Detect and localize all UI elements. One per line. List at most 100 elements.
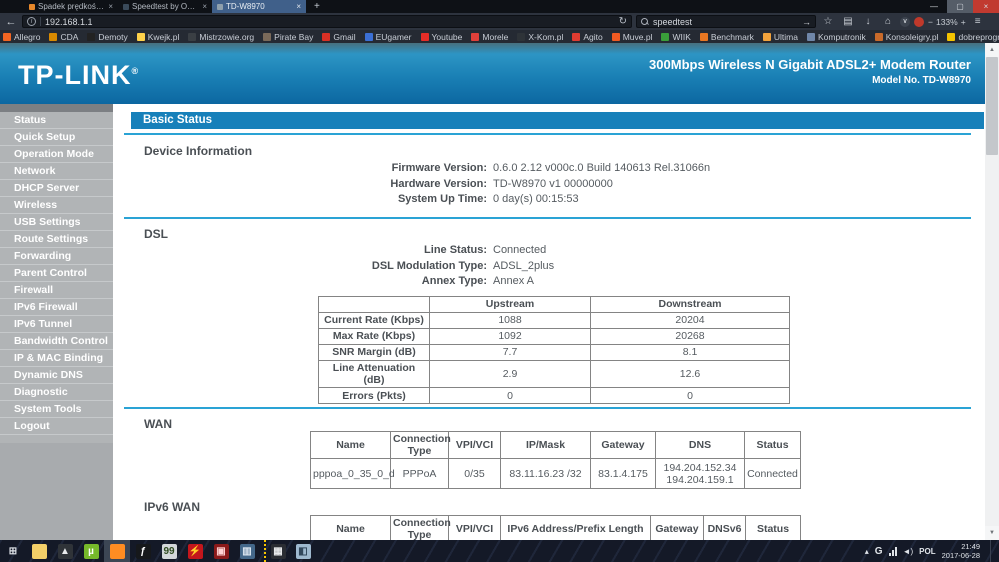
back-icon[interactable]: ←	[4, 16, 18, 28]
bookmark-item[interactable]: Ultima	[763, 32, 798, 42]
wan-dns: 194.204.152.34 194.204.159.1	[656, 459, 745, 489]
page-scrollbar[interactable]: ▲ ▼	[985, 43, 999, 540]
tab-title: Speedtest by Ookla - The G	[132, 2, 199, 11]
address-bar[interactable]: i 192.168.1.1 ↻	[22, 15, 632, 28]
sidebar-item[interactable]: Forwarding	[0, 248, 113, 265]
browser-tab[interactable]: Spadek prędkości po przeci ×	[24, 0, 118, 13]
sidebar-item[interactable]: Status	[0, 112, 113, 129]
sidebar-item[interactable]: Network	[0, 163, 113, 180]
wan-vpi-vci: 0/35	[449, 459, 501, 489]
sidebar-item[interactable]: Bandwidth Control	[0, 333, 113, 350]
sidebar-item[interactable]: Diagnostic	[0, 384, 113, 401]
logitech-g-icon[interactable]: G	[875, 546, 883, 557]
sidebar-item[interactable]: Firewall	[0, 282, 113, 299]
utorrent-icon[interactable]: µ	[78, 540, 104, 562]
sidebar-item[interactable]: DHCP Server	[0, 180, 113, 197]
search-go-icon[interactable]: →	[802, 17, 811, 27]
pocket-icon[interactable]: ∨	[900, 17, 910, 27]
sidebar-item[interactable]: USB Settings	[0, 214, 113, 231]
start-button[interactable]: ⊞	[0, 540, 26, 562]
window-minimize-button[interactable]: —	[921, 0, 947, 13]
home-icon[interactable]: ⌂	[880, 16, 896, 27]
bookmark-item[interactable]: Mistrzowie.org	[188, 32, 254, 42]
lightning-app-icon[interactable]: ⚡	[182, 540, 208, 562]
bookmark-item[interactable]: Komputronik	[807, 32, 866, 42]
bookmark-favicon-icon	[947, 33, 955, 41]
search-input[interactable]: speedtest →	[636, 15, 816, 28]
site-info-icon[interactable]: i	[27, 17, 36, 26]
bookmark-item[interactable]: Kwejk.pl	[137, 32, 180, 42]
file-explorer-icon[interactable]	[26, 540, 52, 562]
volume-icon[interactable]: ◄)	[903, 547, 914, 556]
bookmark-label: Konsoleigry.pl	[886, 32, 939, 42]
sidebar-item[interactable]: IP & MAC Binding	[0, 350, 113, 367]
sidebar-item[interactable]: Wireless	[0, 197, 113, 214]
downloads-icon[interactable]: ↓	[860, 16, 876, 27]
scroll-up-arrow-icon[interactable]: ▲	[985, 43, 999, 57]
tab-close-icon[interactable]: ×	[108, 2, 113, 11]
menu-hamburger-icon[interactable]: ≡	[970, 16, 986, 27]
remote-desktop-icon[interactable]: ▥	[234, 540, 260, 562]
bookmark-item[interactable]: dobreprogramy	[947, 32, 999, 42]
reload-icon[interactable]: ↻	[619, 16, 627, 27]
firefox-icon[interactable]	[104, 540, 130, 562]
library-icon[interactable]: ▤	[840, 16, 856, 27]
url-text[interactable]: 192.168.1.1	[45, 17, 93, 27]
scrollbar-thumb[interactable]	[986, 57, 998, 155]
sidebar-item[interactable]: IPv6 Firewall	[0, 299, 113, 316]
tray-expand-icon[interactable]: ▴	[865, 547, 869, 556]
tab-close-icon[interactable]: ×	[296, 2, 301, 11]
bookmark-item[interactable]: Konsoleigry.pl	[875, 32, 939, 42]
window-close-button[interactable]: ×	[973, 0, 999, 13]
bookmark-item[interactable]: Morele	[471, 32, 508, 42]
bookmark-item[interactable]: Pirate Bay	[263, 32, 313, 42]
sidebar-item[interactable]: Logout	[0, 418, 113, 435]
browser-tab[interactable]: TD-W8970 ×	[212, 0, 306, 13]
corsair-icon[interactable]: ▲	[52, 540, 78, 562]
bookmark-item[interactable]: Gmail	[322, 32, 355, 42]
scroll-down-arrow-icon[interactable]: ▼	[985, 526, 999, 540]
sidebar-item[interactable]: System Tools	[0, 401, 113, 418]
tab-favicon-icon	[217, 4, 223, 10]
bookmark-item[interactable]: WIIK	[661, 32, 690, 42]
ipv6-wan-header-cell: Connection Type	[391, 516, 449, 541]
new-tab-button[interactable]: +	[306, 0, 328, 13]
bookmark-star-icon[interactable]: ☆	[820, 16, 836, 27]
tab-title: TD-W8970	[226, 2, 293, 11]
window-maximize-button[interactable]: ▢	[947, 0, 973, 13]
browser-tab[interactable]: Speedtest by Ookla - The G ×	[118, 0, 212, 13]
sidebar-item[interactable]: Quick Setup	[0, 129, 113, 146]
bookmark-item[interactable]: X-Kom.pl	[517, 32, 563, 42]
red-window-app-icon[interactable]: ▣	[208, 540, 234, 562]
sidebar-item[interactable]: Route Settings	[0, 231, 113, 248]
adblock-icon[interactable]	[914, 17, 924, 27]
sidebar-item[interactable]: Dynamic DNS	[0, 367, 113, 384]
bookmark-item[interactable]: EUgamer	[365, 32, 412, 42]
bookmark-item[interactable]: Agito	[572, 32, 602, 42]
zoom-level[interactable]: 133%	[936, 17, 958, 27]
language-indicator[interactable]: POL	[919, 547, 935, 556]
app-window-icon[interactable]: ◧	[290, 540, 316, 562]
foobar2000-icon[interactable]: ƒ	[130, 540, 156, 562]
sidebar-item[interactable]: Operation Mode	[0, 146, 113, 163]
tab-close-icon[interactable]: ×	[202, 2, 207, 11]
taskbar-clock[interactable]: 21:49 2017-06-28	[942, 542, 980, 560]
bookmark-item[interactable]: Allegro	[3, 32, 40, 42]
sidebar-item[interactable]: IPv6 Tunnel	[0, 316, 113, 333]
network-icon[interactable]	[889, 547, 897, 556]
search-value[interactable]: speedtest	[653, 17, 692, 27]
sidebar-item[interactable]: Parent Control	[0, 265, 113, 282]
dsl-table-header-cell: Upstream	[430, 297, 591, 313]
bookmark-item[interactable]: Muve.pl	[612, 32, 653, 42]
bookmark-item[interactable]: CDA	[49, 32, 78, 42]
taskbar: ⊞ ▲ µ ƒ 99	[0, 540, 999, 562]
zoom-in-button[interactable]: +	[961, 17, 966, 27]
show-desktop-button[interactable]	[990, 540, 995, 562]
bookmark-item[interactable]: Youtube	[421, 32, 463, 42]
media-converter-icon[interactable]: ▦	[264, 540, 290, 562]
bookmark-item[interactable]: Demoty	[87, 32, 127, 42]
ipv6-wan-header-cell: VPI/VCI	[449, 516, 501, 541]
bookmark-item[interactable]: Benchmark	[700, 32, 754, 42]
speedfan-99-icon[interactable]: 99	[156, 540, 182, 562]
zoom-out-button[interactable]: −	[928, 17, 933, 27]
